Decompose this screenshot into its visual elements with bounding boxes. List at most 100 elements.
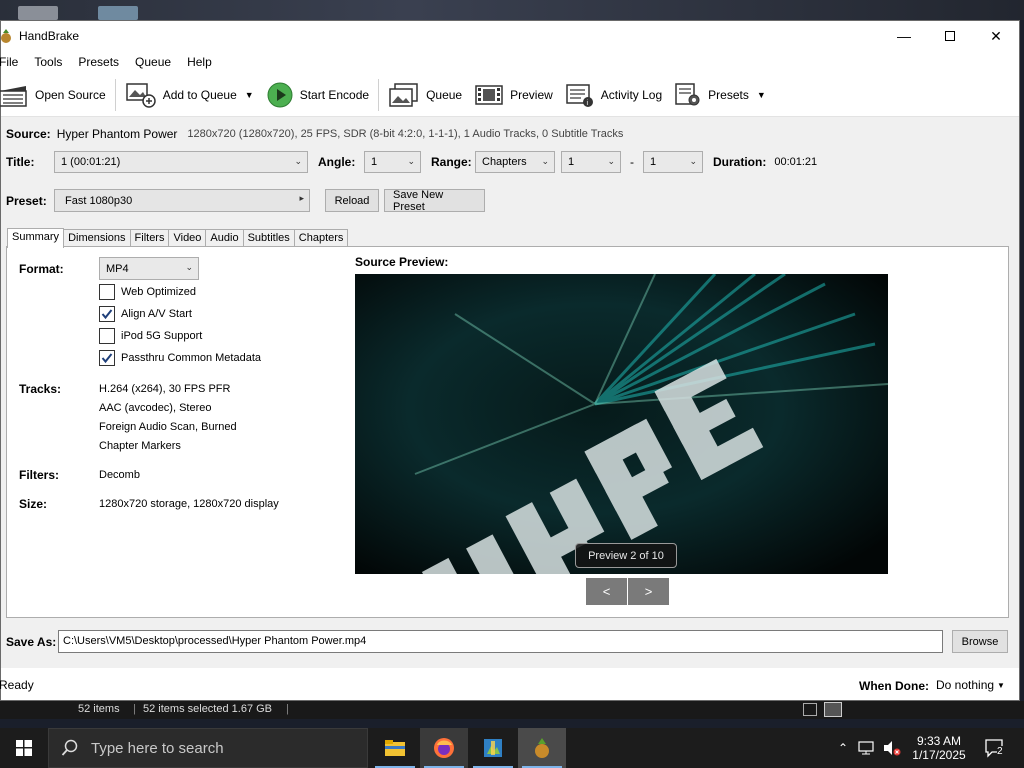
chevron-down-icon: ⌄ — [607, 156, 615, 166]
checkbox-box[interactable] — [99, 328, 115, 344]
preset-label: Preset: — [6, 193, 47, 208]
large-icons-view-icon[interactable] — [824, 702, 842, 717]
ipod-5g-support-checkbox[interactable]: iPod 5G Support — [99, 328, 202, 344]
close-button[interactable]: ✕ — [973, 21, 1019, 51]
track-item: H.264 (x264), 30 FPS PFR — [99, 383, 231, 395]
title-bar[interactable]: HandBrake — ✕ — [1, 21, 1019, 51]
menu-queue[interactable]: Queue — [127, 55, 179, 69]
firefox-taskbar-icon[interactable] — [420, 728, 468, 768]
menu-file[interactable]: File — [0, 55, 26, 69]
chevron-down-icon: ▼ — [997, 680, 1005, 690]
chevron-down-icon[interactable]: ▼ — [245, 90, 254, 100]
preview-counter-badge: Preview 2 of 10 — [575, 543, 677, 568]
filters-label: Filters: — [19, 468, 60, 482]
preview-button[interactable]: Preview — [468, 75, 559, 115]
align-av-start-checkbox[interactable]: Align A/V Start — [99, 306, 192, 322]
queue-label: Queue — [426, 87, 463, 102]
explorer-item-count: 52 items — [78, 703, 120, 715]
chevron-down-icon: ⌄ — [407, 156, 415, 166]
save-as-path-input[interactable]: C:\Users\VM5\Desktop\processed\Hyper Pha… — [58, 630, 943, 653]
save-new-preset-button[interactable]: Save New Preset — [384, 189, 485, 213]
preset-select[interactable]: Fast 1080p30 ▸ — [54, 189, 310, 212]
clock[interactable]: 9:33 AM 1/17/2025 — [905, 728, 973, 768]
toolbar-separator — [114, 78, 116, 111]
details-view-icon[interactable] — [803, 703, 817, 716]
taskbar: Type here to search ⌃ 9:33 AM 1/17/2025 … — [0, 728, 1024, 768]
search-placeholder: Type here to search — [91, 739, 224, 757]
queue-button[interactable]: Queue — [382, 75, 468, 115]
range-start-select[interactable]: 1 ⌄ — [561, 151, 621, 173]
minimize-button[interactable]: — — [881, 21, 927, 51]
tab-summary[interactable]: Summary — [7, 228, 65, 248]
range-end-select[interactable]: 1 ⌄ — [643, 151, 703, 173]
checkbox-box[interactable] — [99, 284, 115, 300]
maximize-button[interactable] — [927, 21, 973, 51]
presets-label: Presets — [708, 87, 749, 102]
desktop-icon[interactable] — [18, 6, 58, 20]
volume-muted-icon[interactable] — [882, 740, 902, 756]
pineapple-icon — [535, 738, 549, 758]
activity-log-label: Activity Log — [600, 87, 663, 102]
checkmark-icon — [101, 309, 113, 320]
network-icon[interactable] — [858, 741, 876, 755]
presets-button[interactable]: Presets ▼ — [668, 75, 772, 115]
file-explorer-taskbar-icon[interactable] — [371, 728, 419, 768]
range-separator: - — [630, 155, 634, 169]
save-as-label: Save As: — [6, 635, 57, 649]
tab-dimensions[interactable]: Dimensions — [63, 229, 131, 247]
windows-logo-icon — [16, 740, 32, 756]
next-preview-button[interactable]: > — [628, 578, 669, 605]
add-to-queue-button[interactable]: Add to Queue ▼ — [119, 75, 260, 115]
duration-label: Duration: — [713, 155, 767, 169]
media-app-taskbar-icon[interactable] — [469, 728, 517, 768]
chevron-up-icon[interactable]: ⌃ — [838, 741, 848, 755]
open-source-button[interactable]: Open Source — [0, 75, 112, 115]
menu-tools[interactable]: Tools — [26, 55, 70, 69]
tab-audio[interactable]: Audio — [205, 229, 244, 247]
tab-filters[interactable]: Filters — [129, 229, 170, 247]
start-encode-button[interactable]: Start Encode — [260, 75, 375, 115]
browse-button[interactable]: Browse — [952, 630, 1008, 653]
tab-chapters[interactable]: Chapters — [293, 229, 349, 247]
previous-preview-button[interactable]: < — [586, 578, 627, 605]
range-type-select[interactable]: Chapters ⌄ — [475, 151, 555, 173]
chevron-down-icon: ⌄ — [294, 156, 302, 166]
summary-panel: Format: MP4 ⌄ Web Optimized Align A/V St… — [6, 246, 1009, 618]
tab-video[interactable]: Video — [168, 229, 207, 247]
chevron-down-icon[interactable]: ▼ — [757, 90, 766, 100]
duration-value: 00:01:21 — [774, 156, 818, 168]
menu-help[interactable]: Help — [179, 55, 220, 69]
format-select[interactable]: MP4 ⌄ — [99, 257, 199, 280]
menu-presets[interactable]: Presets — [70, 55, 127, 69]
explorer-selection: 52 items selected 1.67 GB — [143, 703, 273, 715]
start-button[interactable] — [0, 728, 48, 768]
when-done-label: When Done: — [859, 679, 929, 693]
align-av-start-label: Align A/V Start — [121, 308, 192, 320]
checkbox-box[interactable] — [99, 350, 115, 366]
checkbox-box[interactable] — [99, 306, 115, 322]
activity-log-button[interactable]: i Activity Log — [559, 75, 668, 115]
source-name: Hyper Phantom Power — [56, 127, 178, 141]
web-optimized-label: Web Optimized — [121, 286, 196, 298]
tracks-label: Tracks: — [19, 382, 62, 396]
handbrake-window: HandBrake — ✕ File Tools Presets Queue H… — [0, 20, 1020, 701]
notification-center-button[interactable]: 2 — [980, 728, 1010, 768]
preset-row: Preset: Fast 1080p30 ▸ Reload Save New P… — [6, 189, 485, 213]
tab-subtitles[interactable]: Subtitles — [242, 229, 295, 247]
when-done-select[interactable]: Do nothing ▼ — [936, 678, 1005, 692]
add-to-queue-label: Add to Queue — [162, 87, 237, 102]
passthru-metadata-checkbox[interactable]: Passthru Common Metadata — [99, 350, 261, 366]
desktop-icon[interactable] — [98, 6, 138, 20]
size-value: 1280x720 storage, 1280x720 display — [99, 498, 279, 510]
web-optimized-checkbox[interactable]: Web Optimized — [99, 284, 196, 300]
angle-select[interactable]: 1 ⌄ — [364, 151, 421, 173]
handbrake-taskbar-icon[interactable] — [518, 728, 566, 768]
reload-button[interactable]: Reload — [325, 189, 379, 212]
system-tray: ⌃ — [838, 728, 902, 768]
preview-frame-graphic — [355, 274, 888, 574]
range-end-value: 1 — [650, 156, 657, 168]
explorer-status-strip: 52 items | 52 items selected 1.67 GB | — [0, 701, 1024, 719]
title-select[interactable]: 1 (00:01:21) ⌄ — [54, 151, 308, 173]
taskbar-search-box[interactable]: Type here to search — [48, 728, 368, 768]
range-type-value: Chapters — [482, 156, 527, 168]
